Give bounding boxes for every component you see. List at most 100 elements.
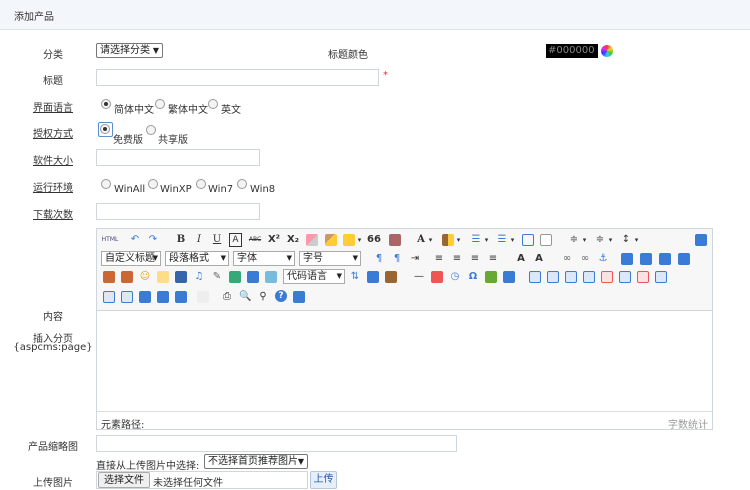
insert-frame-icon[interactable] xyxy=(265,271,277,283)
radio-winxp[interactable] xyxy=(148,179,158,189)
font-size-select[interactable]: 字号 ▼ xyxy=(299,251,361,266)
superscript-button[interactable]: X² xyxy=(267,233,281,247)
radio-win8[interactable] xyxy=(237,179,247,189)
insert-row-icon[interactable] xyxy=(583,271,595,283)
ltr-icon[interactable]: ¶ xyxy=(373,252,385,266)
chevron-down-icon[interactable]: ▾ xyxy=(581,233,588,247)
date-icon[interactable] xyxy=(431,271,443,283)
html-source-button[interactable]: HTML xyxy=(101,233,119,247)
scrawl-icon[interactable] xyxy=(157,271,169,283)
search-replace-icon[interactable]: ⚲ xyxy=(257,290,269,304)
align-right-icon[interactable]: ≡ xyxy=(469,252,481,266)
back-color-icon[interactable] xyxy=(442,234,454,246)
unlink-icon[interactable]: ∞ xyxy=(579,252,591,266)
bold-button[interactable]: B xyxy=(175,233,187,247)
row-spacing-bottom-icon[interactable]: ≑ xyxy=(593,233,607,247)
split-rows-icon[interactable] xyxy=(157,291,169,303)
special-char-icon[interactable]: Ω xyxy=(467,270,479,284)
help-icon[interactable]: ? xyxy=(275,290,287,302)
attachment-icon[interactable]: ✎ xyxy=(211,270,223,284)
font-family-select[interactable]: 字体 ▼ xyxy=(233,251,295,266)
insert-image-icon[interactable] xyxy=(103,271,115,283)
link-icon[interactable]: ∞ xyxy=(561,252,573,266)
radio-winall[interactable] xyxy=(101,179,111,189)
template-icon[interactable] xyxy=(367,271,379,283)
chevron-down-icon[interactable]: ▾ xyxy=(455,233,462,247)
delete-row-icon[interactable] xyxy=(601,271,613,283)
select-all-icon[interactable] xyxy=(522,234,534,246)
chevron-down-icon[interactable]: ▾ xyxy=(427,233,434,247)
image-none-icon[interactable] xyxy=(621,253,633,265)
insert-video-icon[interactable] xyxy=(175,271,187,283)
multi-image-icon[interactable] xyxy=(121,271,133,283)
background-icon[interactable] xyxy=(385,271,397,283)
merge-right-icon[interactable] xyxy=(103,291,115,303)
split-cols-icon[interactable] xyxy=(175,291,187,303)
merge-cells-icon[interactable] xyxy=(655,271,667,283)
print-icon[interactable]: ⎙ xyxy=(221,290,233,304)
anchor-icon[interactable]: ⚓ xyxy=(597,252,609,266)
emotion-icon[interactable]: ☺ xyxy=(139,270,151,284)
delete-col-icon[interactable] xyxy=(637,271,649,283)
redo-icon[interactable]: ↷ xyxy=(147,233,159,247)
wordimage-icon[interactable] xyxy=(503,271,515,283)
title-color-input[interactable]: #000000 xyxy=(546,44,598,58)
horizontal-rule-icon[interactable]: — xyxy=(413,270,425,284)
clear-doc-icon[interactable] xyxy=(540,234,552,246)
subscript-button[interactable]: X₂ xyxy=(286,233,300,247)
delete-table-icon[interactable] xyxy=(547,271,559,283)
auto-format-icon[interactable] xyxy=(343,234,355,246)
radio-win7[interactable] xyxy=(196,179,206,189)
category-select[interactable]: 请选择分类 ▼ xyxy=(96,43,163,58)
upload-button[interactable]: 上传 xyxy=(310,471,337,489)
underline-button[interactable]: U xyxy=(211,233,223,247)
rtl-icon[interactable]: ¶ xyxy=(391,252,403,266)
align-justify-icon[interactable]: ≡ xyxy=(487,252,499,266)
radio-english[interactable] xyxy=(208,99,218,109)
chevron-down-icon[interactable]: ▾ xyxy=(483,233,490,247)
split-cells-icon[interactable] xyxy=(139,291,151,303)
page-break-icon[interactable]: ⇅ xyxy=(349,270,361,284)
strike-button[interactable]: ABC xyxy=(247,233,263,247)
choose-file-button[interactable]: 选择文件 xyxy=(98,472,150,488)
code-language-select[interactable]: 代码语言 ▼ xyxy=(283,269,345,284)
paragraph-select[interactable]: 段落格式 ▼ xyxy=(165,251,229,266)
radio-simplified-chinese[interactable] xyxy=(101,99,111,109)
insert-col-icon[interactable] xyxy=(619,271,631,283)
radio-traditional-chinese[interactable] xyxy=(155,99,165,109)
size-input[interactable] xyxy=(96,149,260,166)
radio-shareware[interactable] xyxy=(146,125,156,135)
custom-title-select[interactable]: 自定义标题 ▼ xyxy=(101,251,161,266)
lowercase-icon[interactable]: A xyxy=(533,252,545,266)
fullscreen-icon[interactable] xyxy=(695,234,707,246)
border-text-button[interactable]: A xyxy=(229,233,242,247)
row-spacing-top-icon[interactable]: ≑ xyxy=(567,233,581,247)
music-icon[interactable]: ♫ xyxy=(193,270,205,284)
chevron-down-icon[interactable]: ▾ xyxy=(509,233,516,247)
color-picker-icon[interactable] xyxy=(601,45,613,57)
indent-icon[interactable]: ⇥ xyxy=(409,252,421,266)
gmap-icon[interactable] xyxy=(247,271,259,283)
font-color-button[interactable]: A xyxy=(415,233,427,247)
insert-paragraph-table-icon[interactable] xyxy=(565,271,577,283)
time-icon[interactable]: ◷ xyxy=(449,270,461,284)
uppercase-icon[interactable]: A xyxy=(515,252,527,266)
downloads-input[interactable] xyxy=(96,203,260,220)
radio-free[interactable] xyxy=(100,124,110,134)
thumbnail-input[interactable] xyxy=(96,435,457,452)
chevron-down-icon[interactable]: ▾ xyxy=(356,233,363,247)
line-height-icon[interactable]: ↕ xyxy=(619,233,633,247)
align-left-icon[interactable]: ≡ xyxy=(433,252,445,266)
eraser-icon[interactable] xyxy=(306,234,318,246)
preview-icon[interactable]: 🔍 xyxy=(239,290,251,304)
title-input[interactable] xyxy=(96,69,379,86)
align-center-icon[interactable]: ≡ xyxy=(451,252,463,266)
italic-button[interactable]: I xyxy=(193,233,205,247)
ordered-list-icon[interactable]: ☰ xyxy=(469,233,483,247)
image-right-icon[interactable] xyxy=(659,253,671,265)
chevron-down-icon[interactable]: ▾ xyxy=(607,233,614,247)
image-center-icon[interactable] xyxy=(678,253,690,265)
chevron-down-icon[interactable]: ▾ xyxy=(633,233,640,247)
blockquote-button[interactable]: 66 xyxy=(367,233,381,247)
undo-icon[interactable]: ↶ xyxy=(129,233,141,247)
